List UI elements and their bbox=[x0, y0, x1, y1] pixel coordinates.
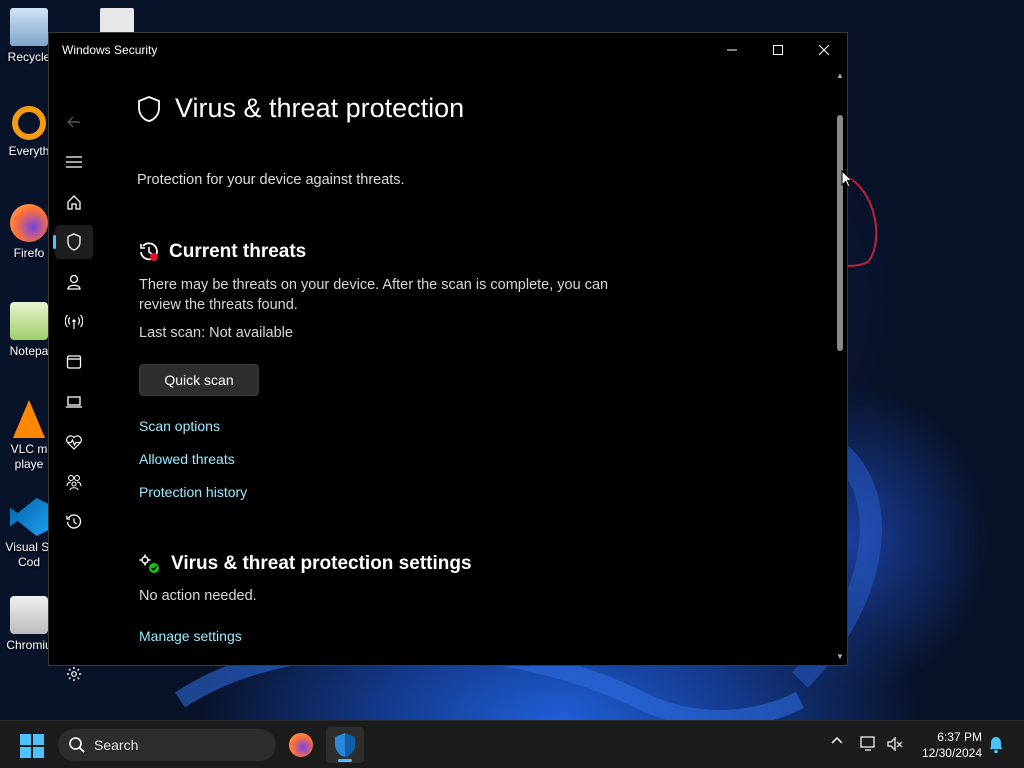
threat-scan-icon bbox=[140, 242, 158, 261]
home-icon bbox=[67, 195, 81, 210]
laptop-icon bbox=[66, 396, 82, 408]
settings-section-header: Virus & threat protection settings bbox=[139, 553, 472, 575]
network-status-button[interactable] bbox=[860, 735, 878, 753]
last-scan-status: Last scan: Not available bbox=[139, 325, 293, 341]
nav-firewall-network[interactable] bbox=[55, 305, 93, 339]
person-icon bbox=[67, 274, 81, 290]
nav-virus-threat-protection[interactable] bbox=[53, 225, 93, 259]
taskbar: Search 6:37 PM 12/30/2024 bbox=[0, 720, 1024, 768]
everything-search-icon bbox=[12, 106, 46, 140]
history-icon bbox=[66, 514, 82, 529]
shield-icon bbox=[138, 95, 160, 122]
maximize-icon bbox=[773, 45, 783, 55]
notepad-icon bbox=[10, 302, 48, 340]
taskbar-windows-security[interactable] bbox=[326, 727, 364, 763]
window-title: Windows Security bbox=[62, 43, 158, 57]
recycle-bin-icon bbox=[10, 8, 48, 46]
close-icon bbox=[819, 45, 829, 55]
windows-security-window: Windows Security Virus & threat protecti… bbox=[48, 32, 848, 681]
clock-date: 12/30/2024 bbox=[921, 746, 982, 760]
settings-gears-icon bbox=[139, 554, 159, 573]
vertical-scrollbar[interactable]: ▲ ▼ bbox=[833, 67, 847, 665]
back-button[interactable] bbox=[55, 105, 93, 139]
nav-settings[interactable] bbox=[55, 657, 93, 691]
chromium-icon bbox=[10, 596, 48, 634]
window-controls bbox=[709, 33, 847, 67]
menu-button[interactable] bbox=[55, 145, 93, 179]
shield-icon bbox=[67, 233, 81, 251]
nav-app-browser-control[interactable] bbox=[55, 345, 93, 379]
nav-device-performance-health[interactable] bbox=[55, 425, 93, 459]
search-icon bbox=[69, 737, 85, 753]
current-threats-title: Current threats bbox=[169, 241, 307, 262]
title-bar[interactable]: Windows Security bbox=[49, 33, 847, 67]
nav-account-protection[interactable] bbox=[55, 265, 93, 299]
taskbar-clock[interactable]: 6:37 PM 12/30/2024 bbox=[922, 729, 982, 761]
taskbar-search-box[interactable]: Search bbox=[58, 729, 276, 761]
scrollbar-thumb[interactable] bbox=[837, 115, 843, 351]
volume-button[interactable] bbox=[886, 735, 904, 753]
protection-history-link[interactable]: Protection history bbox=[139, 484, 247, 500]
scan-options-link[interactable]: Scan options bbox=[139, 418, 220, 434]
maximize-button[interactable] bbox=[755, 33, 801, 67]
mouse-cursor-icon bbox=[841, 170, 853, 188]
page-header: Virus & threat protection bbox=[137, 93, 464, 124]
start-button[interactable] bbox=[20, 734, 44, 763]
notifications-button[interactable] bbox=[988, 736, 1004, 754]
current-threats-description: There may be threats on your device. Aft… bbox=[139, 277, 609, 313]
current-threats-header: Current threats bbox=[139, 241, 306, 263]
firefox-icon bbox=[10, 204, 48, 242]
antenna-icon bbox=[65, 314, 83, 329]
windows-logo-icon bbox=[20, 734, 44, 758]
network-icon bbox=[860, 736, 875, 751]
nav-home[interactable] bbox=[55, 185, 93, 219]
heart-pulse-icon bbox=[66, 435, 82, 450]
main-content: Virus & threat protection Protection for… bbox=[137, 67, 827, 665]
settings-section-title: Virus & threat protection settings bbox=[171, 553, 472, 574]
vscode-icon bbox=[10, 498, 48, 536]
vlc-icon bbox=[13, 400, 45, 438]
allowed-threats-link[interactable]: Allowed threats bbox=[139, 451, 235, 467]
minimize-button[interactable] bbox=[709, 33, 755, 67]
close-button[interactable] bbox=[801, 33, 847, 67]
chevron-up-icon bbox=[831, 736, 843, 744]
scroll-up-icon[interactable]: ▲ bbox=[836, 71, 844, 80]
manage-settings-link[interactable]: Manage settings bbox=[139, 628, 242, 644]
family-icon bbox=[66, 474, 82, 490]
nav-protection-history[interactable] bbox=[55, 505, 93, 539]
minimize-icon bbox=[727, 49, 737, 51]
page-title: Virus & threat protection bbox=[175, 93, 465, 123]
nav-device-security[interactable] bbox=[55, 385, 93, 419]
bell-icon bbox=[989, 737, 1003, 754]
back-arrow-icon bbox=[67, 116, 80, 128]
search-placeholder: Search bbox=[94, 737, 139, 753]
volume-muted-icon bbox=[887, 736, 903, 752]
gear-icon bbox=[67, 667, 81, 681]
hamburger-menu-icon bbox=[66, 156, 82, 168]
app-browser-icon bbox=[66, 355, 82, 369]
nav-family-options[interactable] bbox=[55, 465, 93, 499]
shield-icon bbox=[335, 733, 355, 757]
page-subtitle: Protection for your device against threa… bbox=[137, 172, 405, 188]
clock-time: 6:37 PM bbox=[937, 730, 982, 744]
navigation-rail bbox=[49, 67, 97, 681]
firefox-icon bbox=[289, 733, 313, 757]
show-hidden-icons-button[interactable] bbox=[830, 735, 844, 745]
scroll-down-icon[interactable]: ▼ bbox=[836, 652, 844, 661]
quick-scan-button[interactable]: Quick scan bbox=[139, 364, 259, 396]
taskbar-firefox[interactable] bbox=[282, 727, 320, 763]
settings-status: No action needed. bbox=[139, 588, 257, 604]
